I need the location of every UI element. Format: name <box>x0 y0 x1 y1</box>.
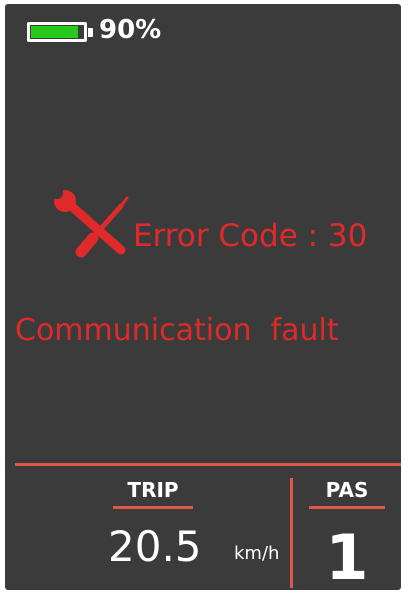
fault-message: Communication fault <box>15 313 339 348</box>
dashboard-divider <box>15 463 401 466</box>
speed-unit: km/h <box>234 543 280 564</box>
pas-label: PAS <box>325 478 369 502</box>
trip-underline <box>113 506 193 509</box>
battery-fill <box>31 26 78 38</box>
column-divider <box>290 478 293 588</box>
display-screen: 90% Error Code : 30 Communication fault … <box>5 4 401 590</box>
wrench-screwdriver-icon <box>51 190 129 258</box>
error-code: Error Code : 30 <box>133 218 368 254</box>
trip-label: TRIP <box>127 478 179 502</box>
battery-terminal <box>88 28 93 37</box>
pas-level: 1 <box>325 521 369 591</box>
pas-underline <box>309 506 385 509</box>
speed-value: 20.5 <box>108 522 202 571</box>
battery-percentage: 90% <box>99 15 162 45</box>
battery-icon <box>27 22 93 42</box>
